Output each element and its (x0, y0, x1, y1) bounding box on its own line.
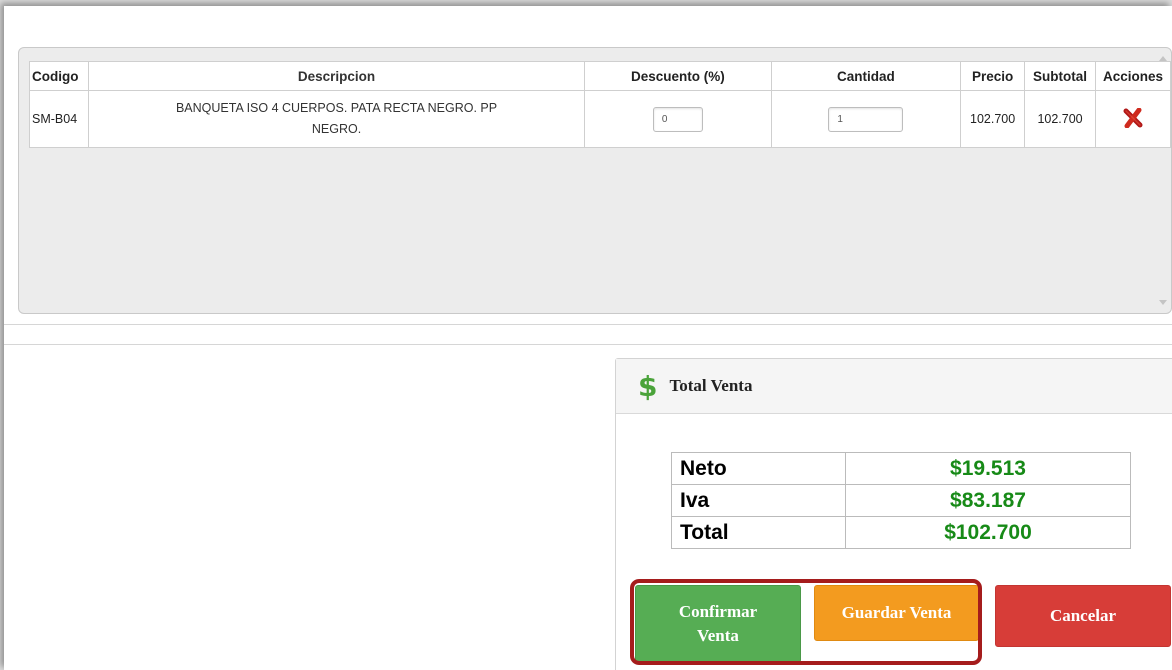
items-grid-panel: Codigo Descripcion Descuento (%) Cantida… (18, 47, 1172, 314)
save-sale-button[interactable]: Guardar Venta (814, 585, 979, 641)
cell-descripcion-line2: NEGRO. (311, 122, 362, 136)
col-header-descuento: Descuento (%) (584, 61, 772, 91)
neto-value: $19.513 (845, 452, 1131, 485)
col-header-precio: Precio (960, 61, 1026, 91)
totals-row-iva: Iva $83.187 (671, 484, 1131, 517)
dollar-icon: $ (638, 369, 658, 403)
cell-descripcion-line1: BANQUETA ISO 4 CUERPOS. PATA RECTA NEGRO… (175, 101, 498, 115)
cell-descripcion: BANQUETA ISO 4 CUERPOS. PATA RECTA NEGRO… (87, 90, 586, 148)
neto-label: Neto (671, 452, 846, 485)
delete-x-icon[interactable] (1122, 107, 1144, 131)
total-venta-header: $ Total Venta (616, 359, 1172, 414)
grid-scrollbar[interactable] (1155, 48, 1171, 313)
cell-cantidad (770, 90, 962, 148)
scroll-down-arrow-icon[interactable] (1159, 300, 1167, 305)
iva-label: Iva (671, 484, 846, 517)
cell-codigo: SM-B04 (29, 90, 89, 148)
confirm-sale-button-label: Confirmar Venta (678, 602, 758, 645)
confirm-sale-button[interactable]: Confirmar Venta (635, 585, 801, 663)
divider (4, 344, 1172, 345)
totals-table: Neto $19.513 Iva $83.187 Total $102.700 (671, 452, 1131, 549)
cell-subtotal: 102.700 (1024, 90, 1096, 148)
cell-precio: 102.700 (960, 90, 1026, 148)
col-header-descripcion: Descripcion (87, 61, 586, 91)
cancel-button[interactable]: Cancelar (995, 585, 1171, 647)
quantity-input[interactable] (828, 106, 904, 132)
scroll-up-arrow-icon[interactable] (1159, 56, 1167, 61)
total-venta-title: Total Venta (669, 376, 753, 395)
col-header-cantidad: Cantidad (770, 61, 962, 91)
col-header-codigo: Codigo (29, 61, 89, 91)
total-label: Total (671, 516, 846, 549)
total-value: $102.700 (845, 516, 1131, 549)
items-table: Codigo Descripcion Descuento (%) Cantida… (29, 61, 1171, 148)
table-row: SM-B04 BANQUETA ISO 4 CUERPOS. PATA RECT… (29, 90, 1171, 148)
iva-value: $83.187 (845, 484, 1131, 517)
sale-window: Codigo Descripcion Descuento (%) Cantida… (4, 6, 1172, 670)
divider (4, 324, 1172, 325)
table-header-row: Codigo Descripcion Descuento (%) Cantida… (29, 61, 1171, 91)
col-header-subtotal: Subtotal (1024, 61, 1096, 91)
totals-row-neto: Neto $19.513 (671, 452, 1131, 485)
discount-input[interactable] (652, 106, 703, 132)
cell-descuento (584, 90, 772, 148)
totals-row-total: Total $102.700 (671, 516, 1131, 549)
